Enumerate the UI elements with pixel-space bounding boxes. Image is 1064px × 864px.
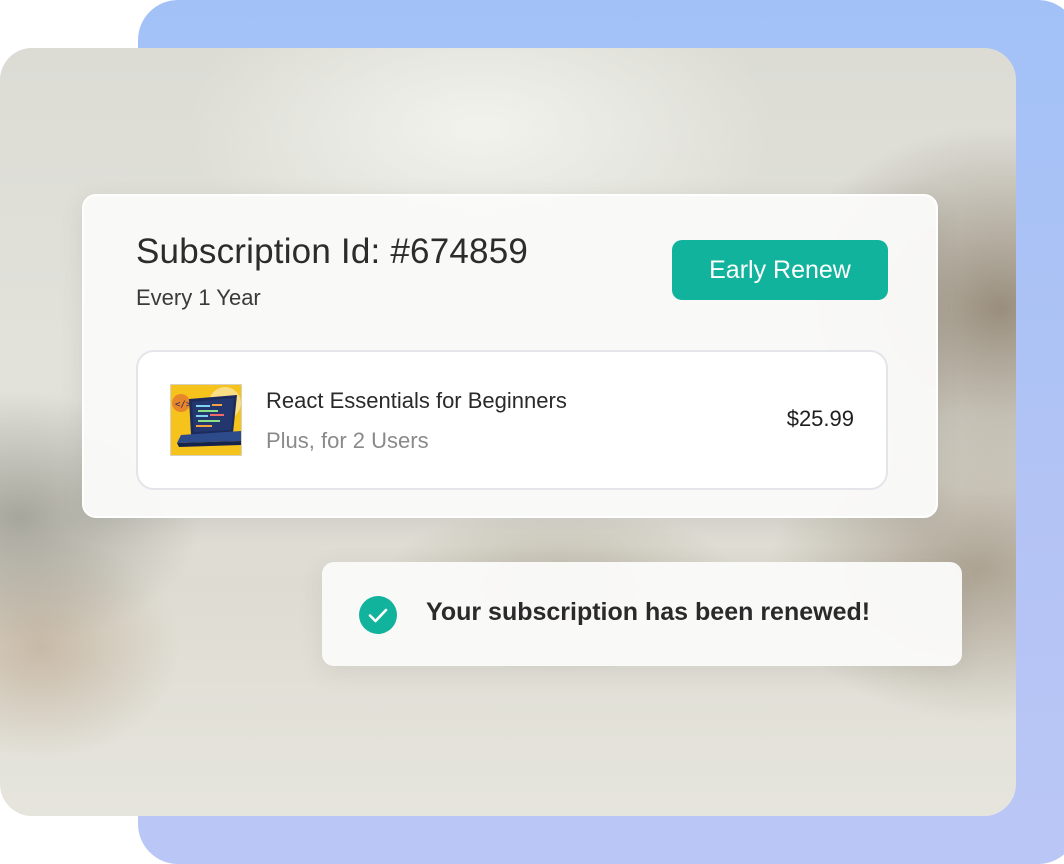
laptop-code-icon: </>: [170, 384, 242, 456]
success-toast: Your subscription has been renewed!: [322, 562, 962, 666]
product-name: React Essentials for Beginners: [266, 388, 567, 413]
product-price: $25.99: [786, 406, 854, 431]
product-item: </> React Essentials for Beginners Plus,…: [136, 350, 888, 490]
check-circle-icon: [358, 595, 398, 635]
early-renew-button[interactable]: Early Renew: [672, 240, 888, 300]
stage: Subscription Id: #674859 Every 1 Year Ea…: [0, 0, 1064, 864]
subscription-card: Subscription Id: #674859 Every 1 Year Ea…: [82, 194, 938, 518]
toast-message: Your subscription has been renewed!: [426, 598, 871, 626]
subscription-frequency: Every 1 Year: [136, 285, 261, 310]
product-plan: Plus, for 2 Users: [266, 428, 429, 453]
subscription-title: Subscription Id: #674859: [136, 232, 529, 271]
